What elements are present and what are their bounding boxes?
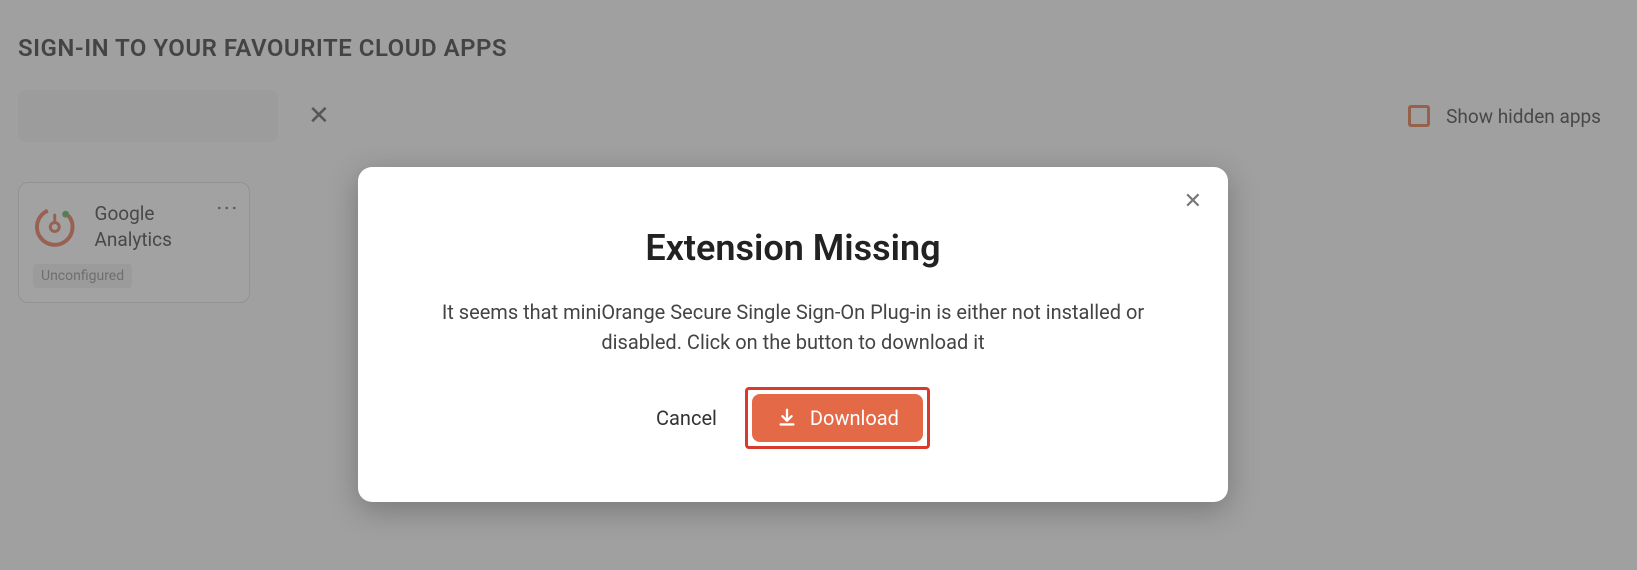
download-icon (776, 407, 798, 429)
download-label: Download (810, 406, 899, 430)
download-highlight: Download (745, 387, 930, 449)
close-icon[interactable]: ✕ (1184, 189, 1202, 214)
modal-actions: Cancel Download (398, 387, 1188, 449)
extension-missing-modal: ✕ Extension Missing It seems that miniOr… (358, 167, 1228, 502)
modal-body: It seems that miniOrange Secure Single S… (398, 297, 1188, 357)
modal-title: Extension Missing (398, 227, 1188, 269)
download-button[interactable]: Download (752, 394, 923, 442)
cancel-button[interactable]: Cancel (656, 406, 717, 430)
